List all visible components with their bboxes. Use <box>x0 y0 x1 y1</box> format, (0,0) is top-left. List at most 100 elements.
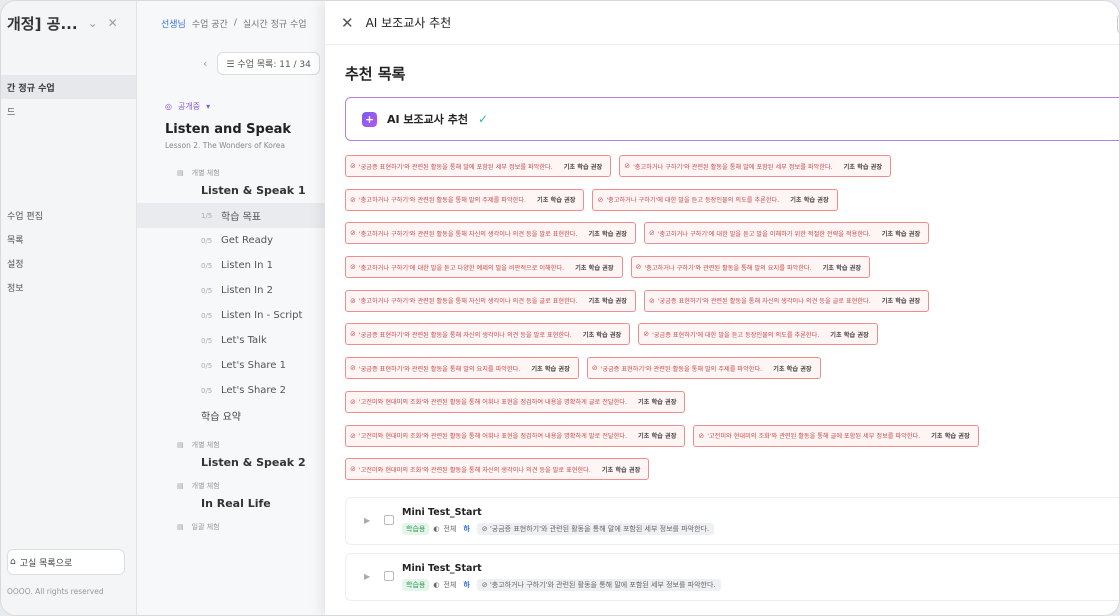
breadcrumb-live-class[interactable]: 실시간 정규 수업 <box>243 17 307 30</box>
lesson-step[interactable]: 0/5 Listen In 1 <box>137 253 325 278</box>
objective-chip: ⊘ '궁금증 표현하기'와 관련된 활동을 통해 말에 포함된 세부 정보를 파… <box>476 523 715 535</box>
close-icon[interactable]: ✕ <box>108 16 118 30</box>
objective-tag[interactable]: ⊘ '궁금증 표현하기'와 관련된 활동을 통해 말의 주제를 파악한다. 기초 학… <box>586 357 821 380</box>
lesson-step[interactable]: 0/5 Listen In 2 <box>137 278 325 303</box>
objective-tag[interactable]: ⊘ '충고하거나 구하기'와 관련된 활동을 통해 말에 포함된 세부 정보를 파… <box>619 155 892 177</box>
lesson-step[interactable]: 0/5 Let's Share 1 <box>137 353 325 378</box>
recommend-label: 기초 학습 권장 <box>575 264 614 272</box>
lesson-type: 개별 체험 <box>191 169 220 177</box>
step-label: Let's Talk <box>221 335 267 346</box>
sidebar-item-live-class[interactable]: 간 정규 수업 <box>1 75 136 99</box>
tag-text: '충고하거나 구하기'에 대한 말을 듣고 말을 이해하기 위한 적절한 전략을… <box>657 230 871 238</box>
tag-text: '궁금증 표현하기'와 관련된 활동을 통해 자신의 생각이나 의견 등을 말로… <box>358 331 572 339</box>
lesson-name[interactable]: Listen & Speak 1 <box>137 184 325 197</box>
back-to-classroom-button[interactable]: ⌂ 고실 목록으로 <box>7 549 125 575</box>
objective-tag[interactable]: ⊘ '충고하거나 구하기'에 대한 말을 듣고 등장인물의 의도를 추론한다. 기초… <box>592 188 838 211</box>
tag-row: ⊘ '충고하거나 구하기'에 대한 말을 듣고 다양한 예제의 말을 비판적으로 … <box>345 256 1119 282</box>
mini-test-card[interactable]: ▶ Mini Test_Start 학습용 ◐ 전체 하 ⊘ '충고하거나 구하기'와 관련… <box>345 553 1119 601</box>
ai-recommend-card[interactable]: + AI 보조교사 추천 ✓ <box>345 97 1119 141</box>
objective-tag[interactable]: ⊘ '고전미와 현대미의 조화'와 관련된 활동을 통해 어휘나 표현을 점검하여… <box>345 424 686 447</box>
breadcrumb-class-space[interactable]: 수업 공간 <box>192 17 228 30</box>
recommend-label: 기초 학습 권장 <box>843 163 883 171</box>
sidebar-item-settings[interactable]: 설정 <box>1 251 136 275</box>
tag-text: '고전미와 현대미의 조화'와 관련된 활동을 통해 글에 포함된 세부 정보를… <box>707 433 921 440</box>
tag-text: '충고하거나 구하기'와 관련된 활동을 통해 자신의 생각이나 의견 등을 글… <box>358 298 578 306</box>
select-checkbox[interactable] <box>384 571 394 581</box>
recommend-label: 기초 학습 권장 <box>563 163 603 171</box>
lesson-name[interactable]: In Real Life <box>137 497 325 510</box>
level-badge: 하 <box>463 581 470 589</box>
step-progress: 0/5 <box>201 311 213 320</box>
step-label: Listen In 2 <box>221 285 273 296</box>
objective-tag[interactable]: ⊘ '충고하거나 구하기'와 관련된 활동을 통해 자신의 생각이나 의견 등을 … <box>345 289 636 312</box>
ai-logo-icon: + <box>362 111 377 127</box>
step-label: Listen In - Script <box>221 310 303 321</box>
objective-tag[interactable]: ⊘ '고전미와 현대미의 조화'와 관련된 활동을 통해 글에 포함된 세부 정보… <box>693 424 979 447</box>
book-icon: ▤ <box>177 523 184 531</box>
sidebar-item-misc[interactable] <box>1 123 136 147</box>
recommend-label: 기초 학습 권장 <box>588 230 627 238</box>
tag-row: ⊘ '고전미와 현대미의 조화'와 관련된 활동을 통해 자신의 생각이나 의견 … <box>345 458 1119 484</box>
breadcrumb-teacher[interactable]: 선생님 <box>161 17 186 30</box>
chevron-down-icon[interactable]: ⌄ <box>88 16 98 30</box>
objective-tag[interactable]: ⊘ '궁금증 표현하기'에 대한 말을 듣고 등장인물의 의도를 추론한다. 기초 … <box>638 323 878 346</box>
objective-tag[interactable]: ⊘ '충고하거나 구하기'에 대한 말을 듣고 다양한 예제의 말을 비판적으로 … <box>345 256 623 279</box>
recommend-label: 기초 학습 권장 <box>822 264 862 272</box>
section-title: 추천 목록 <box>345 65 406 83</box>
close-icon[interactable]: ✕ <box>341 14 354 32</box>
left-sidebar: 개정] 공... ⌄ ✕ 간 정규 수업 드 수업 편집 목록 설정 정보 ⌂ … <box>1 1 137 615</box>
objective-tag[interactable]: ⊘ '궁금증 표현하기'와 관련된 활동을 통해 자신의 생각이나 의견 등을 말… <box>345 323 631 346</box>
chevron-right-icon[interactable]: ▶ <box>364 572 370 581</box>
tag-row: ⊘ '궁금증 표현하기'와 관련된 활동을 통해 자신의 생각이나 의견 등을 말… <box>345 323 1119 349</box>
sidebar-item-info[interactable]: 정보 <box>1 275 136 299</box>
objective-tag[interactable]: ⊘ '충고하거나 구하기'에 대한 말을 듣고 말을 이해하기 위한 적절한 전략… <box>643 222 930 245</box>
tag-row: ⊘ '충고하거나 구하기'와 관련된 활동을 통해 말의 주제를 파악한다. 기초 … <box>345 188 1119 215</box>
chevron-left-icon[interactable]: ‹ <box>203 57 207 70</box>
sidebar-item-board[interactable]: 드 <box>1 99 136 123</box>
ai-assistant-panel: ✕ AI 보조교사 추천 추천 목록 + AI 보조교사 추천 ✓ ⊘ '궁금증 … <box>325 1 1119 615</box>
recommend-label: 기초 학습 권장 <box>637 399 677 407</box>
lesson-step[interactable]: 0/5 Let's Share 2 <box>137 378 325 403</box>
objective-tag[interactable]: ⊘ '충고하거나 구하기'와 관련된 활동을 통해 말의 주제를 파악한다. 기초 … <box>345 188 585 211</box>
objective-tag[interactable]: ⊘ '충고하거나 구하기'와 관련된 활동을 통해 말의 요지를 파악한다. 기초 … <box>630 256 871 279</box>
tag-icon: ⊘ <box>635 263 642 272</box>
select-checkbox[interactable] <box>384 515 394 525</box>
tag-icon: ⊘ <box>350 431 356 440</box>
chevron-right-icon[interactable]: ▶ <box>364 516 370 525</box>
sidebar-item-class-edit[interactable]: 수업 편집 <box>1 203 136 227</box>
lesson-name[interactable]: Listen & Speak 2 <box>137 456 325 469</box>
step-progress: 0/5 <box>201 386 213 395</box>
tag-row: ⊘ '고전미와 현대미의 조화'와 관련된 활동을 통해 어휘나 표현을 점검하여… <box>345 390 1119 417</box>
lesson-step[interactable]: 0/5 Let's Talk <box>137 328 325 353</box>
lesson-step[interactable]: 1/5 학습 목표 <box>137 203 325 228</box>
objective-tag[interactable]: ⊘ '충고하거나 구하기'와 관련된 활동을 통해 자신의 생각이나 의견 등을 … <box>345 222 636 245</box>
objective-tag[interactable]: ⊘ '고전미와 현대미의 조화'와 관련된 활동을 통해 어휘나 표현을 점검하여… <box>345 390 686 413</box>
objective-tag[interactable]: ⊘ '궁금증 표현하기'와 관련된 활동을 통해 말의 요지를 파악한다. 기초 학… <box>345 357 579 380</box>
step-label: Listen In 1 <box>221 260 273 271</box>
class-list-selector[interactable]: ☰ 수업 목록: 11 / 34 <box>217 51 320 75</box>
mini-test-card[interactable]: ▶ Mini Test_Start 학습용 ◐ 전체 하 ⊘ '궁금증 표현하기'와 관련된… <box>345 497 1119 545</box>
recommend-label: 기초 학습 권장 <box>531 365 570 373</box>
lesson-step[interactable]: 0/5 Listen In - Script <box>137 303 325 328</box>
objective-tag[interactable]: ⊘ '궁금증 표현하기'와 관련된 활동을 통해 말에 포함된 세부 정보를 파악… <box>345 155 612 177</box>
objective-tag[interactable]: ⊘ '궁금증 표현하기'와 관련된 활동을 통해 자신의 생각이나 의견 등을 글… <box>643 289 930 312</box>
scope-label: 전체 <box>443 581 457 589</box>
objective-text: '궁금증 표현하기'와 관련된 활동을 통해 말에 포함된 세부 정보를 파악한… <box>489 525 710 533</box>
tag-text: '충고하거나 구하기'와 관련된 활동을 통해 말의 주제를 파악한다. <box>358 197 527 205</box>
step-progress: 0/5 <box>201 236 213 245</box>
lesson-group: ▤ 일괄 체험 <box>137 522 325 532</box>
book-icon: ▤ <box>177 482 184 490</box>
publish-badge[interactable]: ◎ 공개중 ▾ <box>165 101 325 112</box>
objective-tag[interactable]: ⊘ '고전미와 현대미의 조화'와 관련된 활동을 통해 자신의 생각이나 의견 … <box>345 458 650 481</box>
recommend-label: 기초 학습 권장 <box>588 298 627 306</box>
lesson-step[interactable]: 0/5 Get Ready <box>137 228 325 253</box>
tag-text: '궁금증 표현하기'와 관련된 활동을 통해 자신의 생각이나 의견 등을 글로… <box>657 298 871 306</box>
type-badge: 학습용 <box>402 523 430 535</box>
tag-icon: ⊘ <box>648 296 655 305</box>
mini-test-title: Mini Test_Start <box>402 507 482 518</box>
tag-icon: ⊘ <box>350 296 356 305</box>
sidebar-item-list[interactable]: 목록 <box>1 227 136 251</box>
lesson-title: Listen and Speak <box>165 122 292 137</box>
step-progress: 0/5 <box>201 361 213 370</box>
lesson-step[interactable]: 학습 요약 <box>137 403 325 428</box>
